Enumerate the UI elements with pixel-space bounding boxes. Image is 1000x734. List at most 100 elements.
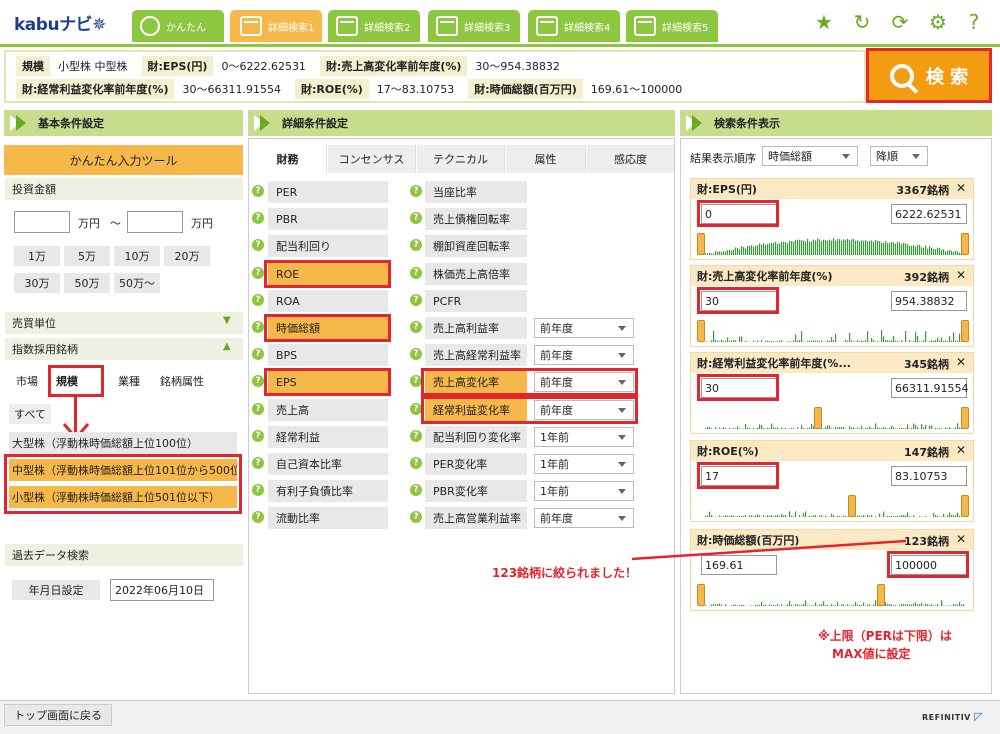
help-icon[interactable]: ? xyxy=(410,267,422,279)
criterion-item[interactable]: 棚卸資産回転率 xyxy=(425,235,527,257)
period-select[interactable]: 1年前 xyxy=(534,454,634,474)
help-icon[interactable]: ? xyxy=(410,321,422,333)
help-icon[interactable]: ? xyxy=(252,375,264,387)
close-icon[interactable]: ✕ xyxy=(956,355,966,369)
order-select[interactable]: 降順 xyxy=(870,146,928,166)
help-icon[interactable]: ? xyxy=(252,430,264,442)
select-all-button[interactable]: すべて xyxy=(9,404,51,424)
amount-30man-button[interactable]: 30万 xyxy=(14,273,60,293)
index-section[interactable]: 指数採用銘柄 ▲ xyxy=(5,338,243,360)
criterion-item[interactable]: BPS xyxy=(268,344,388,366)
amount-5man-button[interactable]: 5万 xyxy=(64,246,110,266)
amount-10man-button[interactable]: 10万 xyxy=(114,246,160,266)
help-icon[interactable]: ? xyxy=(252,267,264,279)
sort-select[interactable]: 時価総額 xyxy=(762,146,858,166)
help-icon[interactable]: ? xyxy=(252,511,264,523)
period-select[interactable]: 1年前 xyxy=(534,481,634,501)
range-max-handle[interactable] xyxy=(961,233,969,255)
help-icon[interactable]: ? xyxy=(410,212,422,224)
help-icon[interactable]: ? xyxy=(410,511,422,523)
range-min-handle[interactable] xyxy=(814,407,822,429)
criterion-item[interactable]: 有利子負債比率 xyxy=(268,480,388,502)
tab-finance[interactable]: 財務 xyxy=(249,145,327,173)
range-max-input[interactable]: 66311.91554 xyxy=(891,378,967,398)
range-max-handle[interactable] xyxy=(961,320,969,342)
tab-detail-3[interactable]: 詳細検索3 xyxy=(428,10,520,42)
help-icon[interactable]: ? xyxy=(252,212,264,224)
range-max-input[interactable]: 954.38832 xyxy=(891,291,967,311)
range-min-handle[interactable] xyxy=(697,584,705,606)
tab-detail-5[interactable]: 詳細検索5 xyxy=(626,10,718,42)
period-select[interactable]: 前年度 xyxy=(534,345,634,365)
tab-consensus[interactable]: コンセンサス xyxy=(328,145,416,173)
range-max-input[interactable]: 83.10753 xyxy=(891,466,967,486)
size-option-large[interactable]: 大型株（浮動株時価総額上位100位） xyxy=(9,432,237,454)
criterion-item[interactable]: PBR変化率 xyxy=(425,480,527,502)
criterion-item[interactable]: PER変化率 xyxy=(425,453,527,475)
easy-input-tool-button[interactable]: かんたん入力ツール xyxy=(4,145,243,175)
search-button[interactable]: 検 索 xyxy=(866,48,992,103)
close-icon[interactable]: ✕ xyxy=(956,532,966,546)
period-select[interactable]: 前年度 xyxy=(534,318,634,338)
amount-20man-button[interactable]: 20万 xyxy=(164,246,210,266)
criterion-item[interactable]: PCFR xyxy=(425,290,527,312)
help-icon[interactable]: ? xyxy=(410,348,422,360)
criterion-item[interactable]: 配当利回り変化率 xyxy=(425,426,527,448)
app-logo[interactable]: kabuナビ✵ xyxy=(14,10,106,35)
help-icon[interactable]: ? xyxy=(252,457,264,469)
subtab-industry[interactable]: 業種 xyxy=(118,370,140,392)
help-icon[interactable]: ? xyxy=(410,239,422,251)
criterion-item[interactable]: 売上高利益率 xyxy=(425,317,527,339)
criterion-item[interactable]: 売上高経常利益率 xyxy=(425,344,527,366)
help-icon[interactable]: ? xyxy=(252,239,264,251)
period-select[interactable]: 前年度 xyxy=(534,508,634,528)
criterion-item[interactable]: 流動比率 xyxy=(268,507,388,529)
star-icon[interactable]: ★ xyxy=(812,11,836,33)
help-icon[interactable]: ? xyxy=(410,185,422,197)
close-icon[interactable]: ✕ xyxy=(956,181,966,195)
gear-icon[interactable]: ⚙ xyxy=(926,11,950,33)
help-icon[interactable]: ? xyxy=(252,294,264,306)
back-to-top-button[interactable]: トップ画面に戻る xyxy=(4,704,112,726)
period-select[interactable]: 1年前 xyxy=(534,427,634,447)
trade-unit-section[interactable]: 売買単位 ▼ xyxy=(5,312,243,334)
help-icon[interactable]: ? xyxy=(410,294,422,306)
amount-1man-button[interactable]: 1万 xyxy=(14,246,60,266)
help-icon[interactable]: ? xyxy=(410,457,422,469)
refresh-icon[interactable]: ↻ xyxy=(850,11,874,33)
criterion-item[interactable]: 経常利益 xyxy=(268,426,388,448)
criterion-item[interactable]: 売上高営業利益率 xyxy=(425,507,527,529)
range-min-handle[interactable] xyxy=(848,495,856,517)
tab-sensitivity[interactable]: 感応度 xyxy=(587,145,674,173)
tab-easy[interactable]: かんたん xyxy=(132,10,224,42)
subtab-market[interactable]: 市場 xyxy=(16,370,38,392)
help-icon[interactable]: ? xyxy=(410,430,422,442)
tab-detail-4[interactable]: 詳細検索4 xyxy=(528,10,620,42)
range-max-input[interactable]: 6222.62531 xyxy=(891,204,967,224)
investment-max-input[interactable] xyxy=(127,211,183,233)
criterion-item[interactable]: ROA xyxy=(268,290,388,312)
amount-50man-plus-button[interactable]: 50万～ xyxy=(114,273,160,293)
close-icon[interactable]: ✕ xyxy=(956,268,966,282)
sync-icon[interactable]: ⟳ xyxy=(888,11,912,33)
investment-min-input[interactable] xyxy=(14,211,70,233)
help-icon[interactable]: ? xyxy=(252,403,264,415)
tab-technical[interactable]: テクニカル xyxy=(417,145,505,173)
help-icon[interactable]: ? xyxy=(252,484,264,496)
range-max-handle[interactable] xyxy=(877,584,885,606)
help-icon[interactable]: ? xyxy=(962,11,986,33)
criterion-item[interactable]: 売上高 xyxy=(268,399,388,421)
criterion-item[interactable]: PER xyxy=(268,181,388,203)
criterion-item[interactable]: 株価売上高倍率 xyxy=(425,263,527,285)
range-max-handle[interactable] xyxy=(961,407,969,429)
help-icon[interactable]: ? xyxy=(252,348,264,360)
subtab-attribute[interactable]: 銘柄属性 xyxy=(160,370,204,392)
criterion-item[interactable]: 配当利回り xyxy=(268,235,388,257)
date-input[interactable]: 2022年06月10日 xyxy=(110,579,214,601)
range-max-handle[interactable] xyxy=(961,495,969,517)
amount-50man-button[interactable]: 50万 xyxy=(64,273,110,293)
tab-attribute[interactable]: 属性 xyxy=(506,145,586,173)
criterion-item[interactable]: PBR xyxy=(268,208,388,230)
close-icon[interactable]: ✕ xyxy=(956,443,966,457)
range-min-handle[interactable] xyxy=(697,233,705,255)
